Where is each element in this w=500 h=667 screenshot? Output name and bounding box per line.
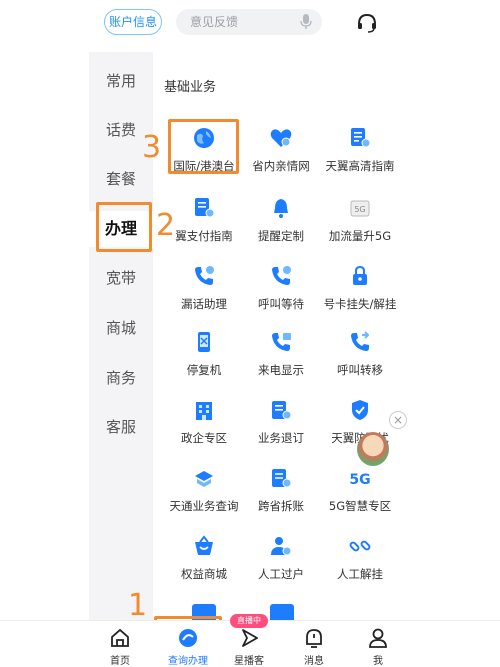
sim-lock-icon — [353, 265, 367, 285]
search-placeholder: 意见反馈 — [190, 15, 239, 29]
satellite-icon — [195, 471, 213, 487]
anti-harass-icon — [352, 400, 368, 420]
caller-id-icon — [272, 333, 291, 351]
service-5g-upgrade[interactable]: 5G 加流量升5G — [310, 196, 410, 252]
query-icon — [179, 629, 197, 647]
service-5g-smart-zone[interactable]: 5G 5G智慧专区 — [310, 466, 410, 522]
nav-messages[interactable]: 消息 — [284, 621, 344, 667]
heart-network-icon — [270, 129, 292, 147]
service-label: 5G智慧专区 — [328, 499, 392, 513]
service-label: 人工解挂 — [337, 567, 383, 581]
service-sim-lock[interactable]: 号卡挂失/解挂 — [310, 264, 410, 320]
sidebar-item-common[interactable]: 常用 — [89, 63, 153, 99]
nav-home[interactable]: 首页 — [90, 621, 150, 667]
service-label: 加流量升5G — [328, 229, 392, 243]
nav-me[interactable]: 我 — [348, 621, 408, 667]
shop-bag-icon — [195, 535, 213, 555]
nav-label: 查询办理 — [168, 656, 208, 667]
nav-label: 消息 — [304, 656, 324, 667]
nav-query-handle[interactable]: 查询办理 — [158, 621, 218, 667]
headset-icon[interactable] — [356, 12, 378, 34]
phone-missed-icon — [195, 266, 214, 285]
service-call-forward[interactable]: 呼叫转移 — [310, 330, 410, 386]
annotation-box-3 — [168, 119, 239, 174]
nav-label: 我 — [373, 656, 383, 667]
svg-text:5G: 5G — [354, 205, 365, 214]
annotation-number-3: 3 — [142, 130, 162, 165]
search-bar[interactable]: 意见反馈 — [176, 9, 322, 35]
service-manual-unlink[interactable]: 人工解挂 — [310, 534, 410, 590]
5g-icon: 5G — [349, 472, 370, 488]
annotation-number-1: 1 — [128, 588, 148, 623]
mobile-phone-icon — [198, 332, 210, 352]
service-hd-guide[interactable]: 天翼高清指南 — [310, 126, 410, 182]
unsubscribe-icon — [272, 401, 292, 420]
microphone-icon[interactable] — [300, 14, 312, 30]
service-label: 天翼高清指南 — [325, 159, 395, 173]
phone-wait-icon — [272, 266, 291, 285]
building-icon — [196, 402, 212, 420]
annotation-box-2 — [96, 202, 152, 252]
svg-text:5G: 5G — [349, 472, 370, 488]
nav-label: 首页 — [110, 656, 130, 667]
service-label: 号卡挂失/解挂 — [323, 297, 397, 311]
transfer-user-icon — [271, 537, 292, 556]
payment-guide-icon — [195, 198, 215, 218]
service-label: 呼叫转移 — [337, 363, 383, 377]
sidebar-item-mall[interactable]: 商城 — [89, 310, 153, 346]
top-bar: 账户信息 意见反馈 — [0, 0, 500, 46]
annotation-number-2: 2 — [156, 208, 176, 243]
account-info-button[interactable]: 账户信息 — [104, 9, 162, 35]
sidebar-item-broadband[interactable]: 宽带 — [89, 260, 153, 296]
user-icon — [369, 628, 387, 648]
live-badge: 直播中 — [230, 614, 268, 628]
home-icon — [111, 628, 129, 647]
play-icon — [242, 629, 258, 647]
nav-label: 星播客 — [234, 656, 264, 667]
close-icon[interactable]: × — [389, 411, 407, 429]
floating-live-avatar[interactable] — [357, 432, 389, 466]
message-icon — [306, 629, 322, 648]
call-forward-icon — [351, 331, 370, 351]
bell-icon — [274, 199, 288, 218]
document-icon — [351, 128, 371, 148]
section-title: 基础业务 — [164, 80, 217, 95]
5g-upgrade-icon: 5G — [350, 200, 370, 217]
partial-service-icon — [270, 604, 294, 620]
split-bill-icon — [272, 469, 292, 488]
unlink-icon — [349, 540, 371, 552]
